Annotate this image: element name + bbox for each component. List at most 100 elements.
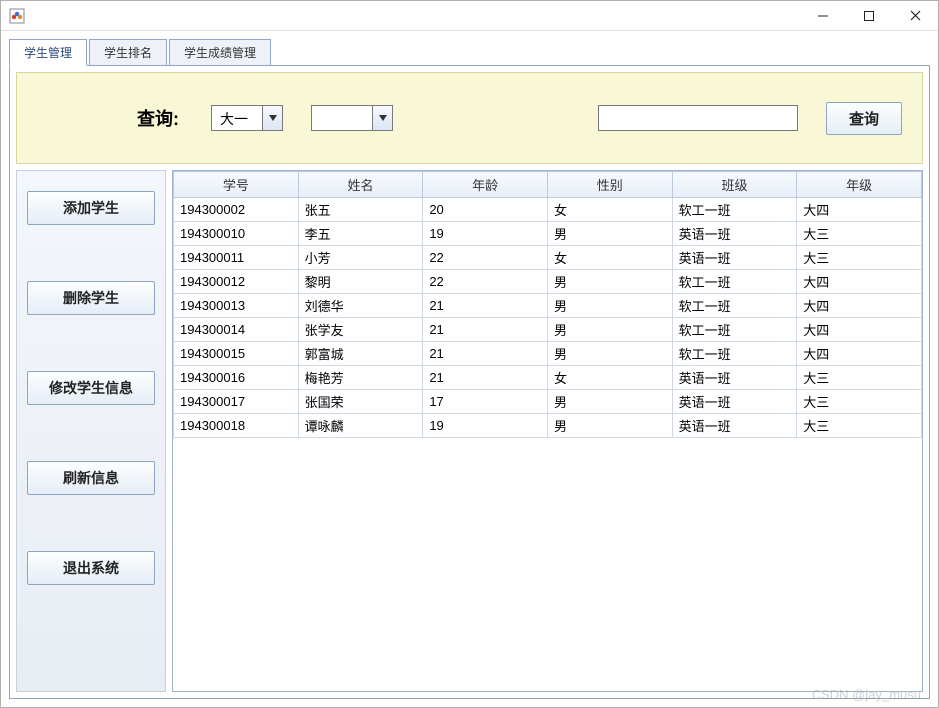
table-cell: 黎明 xyxy=(298,270,423,294)
minimize-button[interactable] xyxy=(800,1,846,31)
table-cell: 男 xyxy=(547,390,672,414)
table-cell: 英语一班 xyxy=(672,366,797,390)
maximize-button[interactable] xyxy=(846,1,892,31)
refresh-button[interactable]: 刷新信息 xyxy=(27,461,155,495)
table-cell: 194300010 xyxy=(174,222,299,246)
chevron-down-icon xyxy=(262,106,282,130)
tab-2[interactable]: 学生成绩管理 xyxy=(169,39,271,66)
table-cell: 194300018 xyxy=(174,414,299,438)
table-cell: 男 xyxy=(547,318,672,342)
student-table-container[interactable]: 学号姓名年龄性别班级年级 194300002张五20女软工一班大四1943000… xyxy=(172,170,923,692)
table-cell: 女 xyxy=(547,246,672,270)
table-cell: 22 xyxy=(423,270,548,294)
table-cell: 英语一班 xyxy=(672,222,797,246)
table-cell: 男 xyxy=(547,294,672,318)
table-cell: 194300011 xyxy=(174,246,299,270)
query-label: 查询: xyxy=(137,105,179,131)
column-header[interactable]: 学号 xyxy=(174,172,299,198)
table-cell: 194300002 xyxy=(174,198,299,222)
class-select-value xyxy=(312,106,372,130)
table-cell: 大三 xyxy=(797,414,922,438)
table-cell: 男 xyxy=(547,342,672,366)
delete-student-button[interactable]: 删除学生 xyxy=(27,281,155,315)
table-row[interactable]: 194300014张学友21男软工一班大四 xyxy=(174,318,922,342)
table-cell: 大四 xyxy=(797,294,922,318)
table-cell: 194300015 xyxy=(174,342,299,366)
table-cell: 男 xyxy=(547,222,672,246)
tab-panel-student-mgmt: 查询: 大一 查询 xyxy=(9,65,930,699)
table-cell: 软工一班 xyxy=(672,198,797,222)
table-cell: 21 xyxy=(423,294,548,318)
table-cell: 19 xyxy=(423,222,548,246)
table-row[interactable]: 194300015郭富城21男软工一班大四 xyxy=(174,342,922,366)
table-cell: 19 xyxy=(423,414,548,438)
column-header[interactable]: 性别 xyxy=(547,172,672,198)
table-cell: 194300012 xyxy=(174,270,299,294)
column-header[interactable]: 年龄 xyxy=(423,172,548,198)
table-row[interactable]: 194300017张国荣17男英语一班大三 xyxy=(174,390,922,414)
table-row[interactable]: 194300012黎明22男软工一班大四 xyxy=(174,270,922,294)
table-cell: 194300014 xyxy=(174,318,299,342)
app-window: 学生管理学生排名学生成绩管理 查询: 大一 xyxy=(0,0,939,708)
tab-1[interactable]: 学生排名 xyxy=(89,39,167,66)
column-header[interactable]: 姓名 xyxy=(298,172,423,198)
table-cell: 大三 xyxy=(797,246,922,270)
class-select[interactable] xyxy=(311,105,393,131)
column-header[interactable]: 班级 xyxy=(672,172,797,198)
table-cell: 刘德华 xyxy=(298,294,423,318)
student-table: 学号姓名年龄性别班级年级 194300002张五20女软工一班大四1943000… xyxy=(173,171,922,438)
tab-0[interactable]: 学生管理 xyxy=(9,39,87,66)
table-cell: 软工一班 xyxy=(672,342,797,366)
table-header-row: 学号姓名年龄性别班级年级 xyxy=(174,172,922,198)
table-cell: 梅艳芳 xyxy=(298,366,423,390)
grade-select-value: 大一 xyxy=(212,106,262,130)
app-icon xyxy=(9,8,25,24)
table-cell: 软工一班 xyxy=(672,270,797,294)
table-cell: 大四 xyxy=(797,270,922,294)
table-cell: 小芳 xyxy=(298,246,423,270)
table-row[interactable]: 194300018谭咏麟19男英语一班大三 xyxy=(174,414,922,438)
table-cell: 194300016 xyxy=(174,366,299,390)
table-cell: 男 xyxy=(547,270,672,294)
search-input[interactable] xyxy=(598,105,798,131)
query-button[interactable]: 查询 xyxy=(826,102,902,135)
table-cell: 英语一班 xyxy=(672,246,797,270)
table-cell: 李五 xyxy=(298,222,423,246)
table-row[interactable]: 194300016梅艳芳21女英语一班大三 xyxy=(174,366,922,390)
modify-student-button[interactable]: 修改学生信息 xyxy=(27,371,155,405)
close-button[interactable] xyxy=(892,1,938,31)
table-cell: 大三 xyxy=(797,390,922,414)
table-cell: 17 xyxy=(423,390,548,414)
column-header[interactable]: 年级 xyxy=(797,172,922,198)
exit-button[interactable]: 退出系统 xyxy=(27,551,155,585)
table-cell: 20 xyxy=(423,198,548,222)
table-cell: 大四 xyxy=(797,198,922,222)
table-row[interactable]: 194300013刘德华21男软工一班大四 xyxy=(174,294,922,318)
table-cell: 英语一班 xyxy=(672,390,797,414)
client-area: 学生管理学生排名学生成绩管理 查询: 大一 xyxy=(1,31,938,707)
table-cell: 谭咏麟 xyxy=(298,414,423,438)
table-row[interactable]: 194300002张五20女软工一班大四 xyxy=(174,198,922,222)
table-cell: 女 xyxy=(547,366,672,390)
add-student-button[interactable]: 添加学生 xyxy=(27,191,155,225)
window-controls xyxy=(800,1,938,31)
table-cell: 大四 xyxy=(797,318,922,342)
table-cell: 大三 xyxy=(797,366,922,390)
table-cell: 194300017 xyxy=(174,390,299,414)
table-cell: 21 xyxy=(423,318,548,342)
table-cell: 软工一班 xyxy=(672,294,797,318)
table-cell: 男 xyxy=(547,414,672,438)
table-cell: 张国荣 xyxy=(298,390,423,414)
sidebar: 添加学生 删除学生 修改学生信息 刷新信息 退出系统 xyxy=(16,170,166,692)
titlebar xyxy=(1,1,938,31)
table-cell: 21 xyxy=(423,366,548,390)
table-row[interactable]: 194300011小芳22女英语一班大三 xyxy=(174,246,922,270)
query-bar: 查询: 大一 查询 xyxy=(16,72,923,164)
table-cell: 22 xyxy=(423,246,548,270)
table-row[interactable]: 194300010李五19男英语一班大三 xyxy=(174,222,922,246)
table-cell: 英语一班 xyxy=(672,414,797,438)
table-cell: 软工一班 xyxy=(672,318,797,342)
grade-select[interactable]: 大一 xyxy=(211,105,283,131)
chevron-down-icon xyxy=(372,106,392,130)
table-body: 194300002张五20女软工一班大四194300010李五19男英语一班大三… xyxy=(174,198,922,438)
